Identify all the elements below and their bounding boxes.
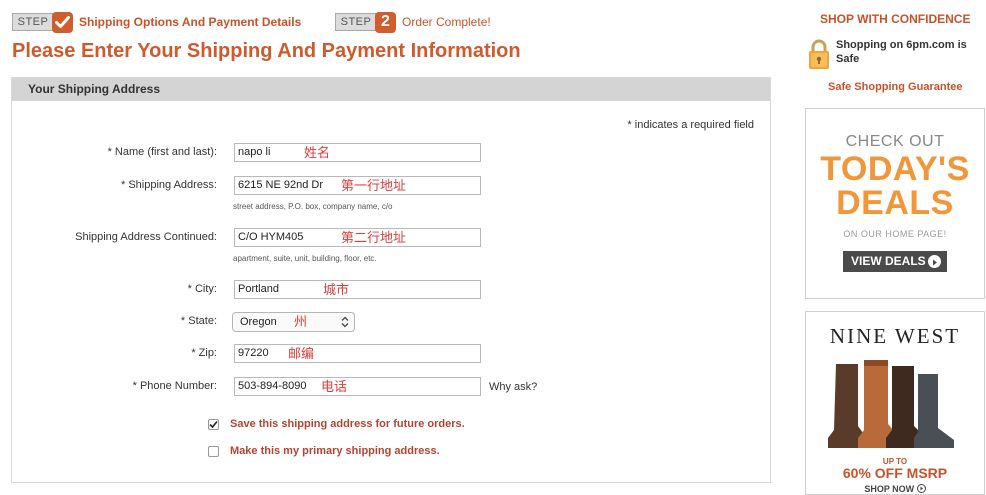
zip-value: 97220 [238,347,269,359]
zip-label: * Zip: [191,347,217,359]
state-value: Oregon [240,316,277,328]
checkmark-icon [209,420,218,428]
address-continued-row: Shipping Address Continued: C/O HYM405 第… [12,228,770,263]
select-arrows-icon [341,316,349,328]
name-row: * Name (first and last): napo li 姓名 [12,143,770,163]
deals-home-page: ON OUR HOME PAGE! [843,229,947,239]
required-note: * indicates a required field [627,119,754,131]
deals-line1: TODAY'S [820,150,970,188]
lock-icon [808,38,830,70]
address-continued-annotation: 第二行地址 [341,230,407,245]
section-title: Your Shipping Address [12,78,770,101]
name-value: napo li [238,146,271,158]
state-label: * State: [180,315,217,327]
todays-deals-ad[interactable]: CHECK OUT TODAY'S DEALS ON OUR HOME PAGE… [805,108,985,299]
deals-check-out: CHECK OUT [845,133,945,150]
play-arrow-icon [916,484,926,493]
deals-line2: DEALS [836,184,954,222]
step2-box: STEP [335,13,377,31]
play-arrow-icon [928,255,941,268]
checkout-steps: STEP Shipping Options And Payment Detail… [12,11,491,33]
nine-west-shop-now[interactable]: SHOP NOW [806,484,984,494]
phone-row: * Phone Number: 503-894-8090 电话 Why ask? [12,377,770,397]
view-deals-label: VIEW DEALS [851,254,926,268]
safe-shopping-guarantee-link[interactable]: Safe Shopping Guarantee [828,81,962,93]
save-address-label: Save this shipping address for future or… [230,418,465,430]
city-row: * City: Portland 城市 [12,280,770,300]
shipping-address-panel: Your Shipping Address * indicates a requ… [11,77,771,483]
shipping-address-hint: street address, P.O. box, company name, … [233,202,393,211]
shipping-address-row: * Shipping Address: 6215 NE 92nd Dr 第一行地… [12,176,770,211]
zip-input[interactable]: 97220 邮编 [234,344,481,363]
zip-row: * Zip: 97220 邮编 [12,344,770,364]
city-label: * City: [187,283,217,295]
address-continued-label: Shipping Address Continued: [75,231,217,243]
address-continued-hint: apartment, suite, unit, building, floor,… [233,254,377,263]
city-value: Portland [238,283,279,295]
city-input[interactable]: Portland 城市 [234,280,481,299]
primary-address-checkbox[interactable] [208,445,219,457]
shipping-address-input[interactable]: 6215 NE 92nd Dr 第一行地址 [234,176,481,195]
safe-shopping-block: Shopping on 6pm.com is Safe [808,38,976,70]
safe-shopping-text: Shopping on 6pm.com is Safe [836,39,967,65]
state-annotation: 州 [294,314,308,329]
why-ask-link[interactable]: Why ask? [489,381,537,393]
zip-annotation: 邮编 [288,346,315,361]
shop-now-label: SHOP NOW [864,484,915,494]
step2-label: Order Complete! [402,15,491,29]
primary-address-label: Make this my primary shipping address. [230,445,440,457]
primary-address-option[interactable]: Make this my primary shipping address. [208,444,440,458]
step1-box: STEP [12,13,54,31]
name-label: * Name (first and last): [107,146,217,158]
shipping-address-annotation: 第一行地址 [341,178,407,193]
state-row: * State: Oregon 州 [12,312,770,332]
state-select[interactable]: Oregon 州 [232,312,355,332]
save-address-checkbox[interactable] [208,418,219,430]
shop-with-confidence-title: SHOP WITH CONFIDENCE [820,12,971,26]
shipping-address-label: * Shipping Address: [120,179,217,191]
step2-number: 2 [375,11,396,33]
name-annotation: 姓名 [304,145,331,160]
nine-west-brand: NINE WEST [829,324,961,348]
shipping-address-value: 6215 NE 92nd Dr [238,179,323,191]
checkmark-icon [52,11,73,33]
name-input[interactable]: napo li 姓名 [234,143,481,162]
boots-image [828,360,954,448]
save-address-option[interactable]: Save this shipping address for future or… [208,417,465,431]
phone-input[interactable]: 503-894-8090 电话 [234,377,481,396]
view-deals-button[interactable]: VIEW DEALS [843,251,947,272]
page-title: Please Enter Your Shipping And Payment I… [12,40,521,62]
address-continued-input[interactable]: C/O HYM405 第二行地址 [234,228,481,247]
phone-label: * Phone Number: [132,380,217,392]
nine-west-offer: 60% OFF MSRP [842,465,948,481]
city-annotation: 城市 [323,282,350,297]
nine-west-ad[interactable]: NINE WEST UP TO 60% OFF MSRP SHOP NOW [805,311,985,495]
phone-value: 503-894-8090 [238,380,307,392]
step1-label: Shipping Options And Payment Details [79,15,302,29]
address-continued-value: C/O HYM405 [238,231,304,243]
phone-annotation: 电话 [321,379,348,394]
